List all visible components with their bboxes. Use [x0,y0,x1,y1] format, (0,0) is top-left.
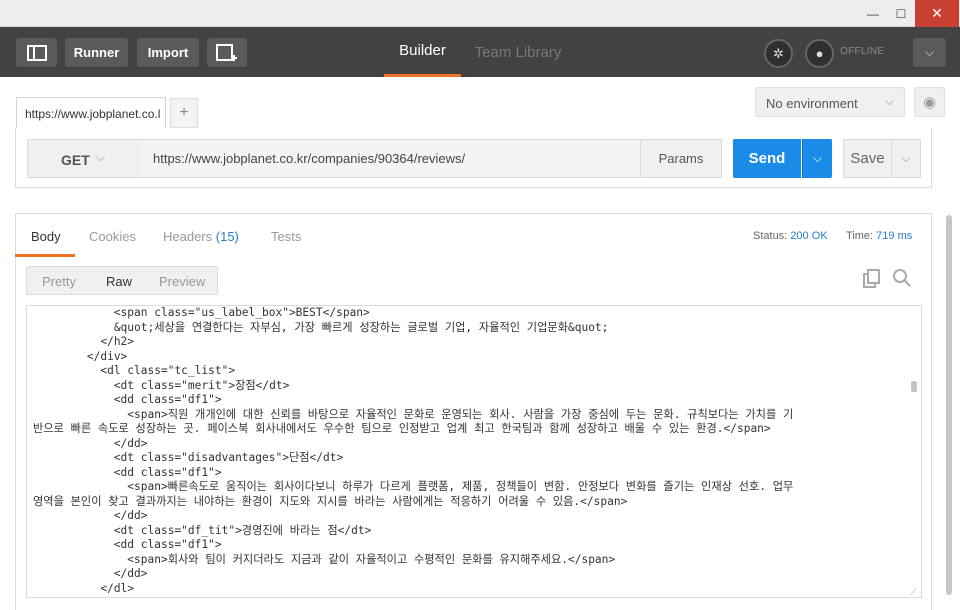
eye-icon: ◉ [922,94,937,111]
status-value: 200 OK [790,230,828,242]
environment-quick-look-button[interactable]: ◉ [914,87,945,117]
settings-dropdown-button[interactable]: ⌵ [913,38,946,67]
code-line: <span>회사와 팀이 커지더라도 지금과 같이 자율적이고 수평적인 문화를… [33,552,616,566]
code-line: </dl> [33,581,135,595]
close-button[interactable]: ✕ [915,0,959,27]
window-titlebar: — ☐ ✕ [0,0,960,27]
new-window-icon [216,43,237,61]
resize-handle-icon[interactable]: ⟋ [910,587,920,597]
code-line: <dt class="df_tit">경영진에 바라는 점</dt> [33,523,372,537]
maximize-button[interactable]: ☐ [886,0,916,27]
time-label: Time: [846,230,874,242]
add-tab-button[interactable]: + [170,98,198,128]
code-line: </dd> [33,436,148,450]
code-line: </dd> [33,567,148,580]
chevron-down-icon: ⌵ [924,45,935,59]
tab-headers[interactable]: Headers (15) [163,229,239,244]
tab-headers-label: Headers [163,229,213,244]
code-line: </h2> [33,335,135,348]
send-dropdown-button[interactable]: ⌵ [802,139,832,178]
view-pretty-button[interactable]: Pretty [42,274,76,289]
save-button[interactable]: Save [843,139,892,178]
code-line: &quot;세상을 연결한다는 자부심, 가장 빠르게 성장하는 글로벌 기업,… [33,320,609,334]
url-input[interactable]: https://www.jobplanet.co.kr/companies/90… [141,139,641,178]
copy-icon[interactable] [862,269,882,291]
tab-cookies[interactable]: Cookies [89,229,136,244]
view-preview-button[interactable]: Preview [159,274,205,289]
sync-icon[interactable]: ✲ [764,39,793,68]
code-line: <dd class="df1"> [33,393,222,406]
offline-status-icon[interactable]: ● [805,39,834,68]
tab-tests[interactable]: Tests [271,229,301,244]
method-select[interactable]: GET ⌵ [27,139,142,178]
code-line: <dd class="df1"> [33,538,222,551]
code-line: <dt class="disadvantages">단점</dt> [33,451,344,464]
method-label: GET [61,152,90,168]
minimize-button[interactable]: — [858,0,888,27]
send-button[interactable]: Send [733,139,801,178]
environment-label: No environment [766,96,858,111]
view-mode-group: Pretty Raw Preview [26,266,218,295]
page-scrollbar-thumb[interactable] [946,215,952,595]
view-raw-button[interactable]: Raw [106,274,132,289]
response-body-code[interactable]: <span class="us_label_box">BEST</span> &… [26,305,922,598]
chevron-down-icon: ⌵ [884,94,894,108]
chevron-down-icon: ⌵ [812,151,823,165]
save-dropdown-button[interactable]: ⌵ [891,139,921,178]
import-button[interactable]: Import [137,38,199,67]
toggle-sidebar-button[interactable] [16,38,57,67]
tab-team-library[interactable]: Team Library [468,27,568,77]
code-line: </dd> [33,509,148,522]
tab-builder[interactable]: Builder [384,27,461,77]
params-button[interactable]: Params [640,139,722,178]
request-tab[interactable]: https://www.jobplanet.co.l [16,97,166,128]
sidebar-icon [26,44,47,61]
code-line: <dd class="df1"> [33,465,222,479]
code-line: </div> [33,349,128,363]
active-tab-indicator [15,254,75,257]
chevron-down-icon: ⌵ [901,151,911,165]
search-icon[interactable] [892,268,914,290]
offline-label: OFFLINE [840,46,885,57]
status: Status: 200 OK [753,230,828,242]
runner-button[interactable]: Runner [65,38,128,67]
time-value: 719 ms [876,230,913,242]
code-line: <dl class="tc_list"> [33,364,236,377]
code-line: 영역을 본인이 찾고 결과까지는 내야하는 환경이 지도와 지시를 바라는 사람… [33,494,628,508]
code-line: <span>직원 개개인에 대한 신뢰를 바탕으로 자율적인 문화로 운영되는 … [33,407,794,421]
headers-count: (15) [215,229,239,244]
code-line: 반으로 빠른 속도로 성장하는 곳. 페이스북 회사내에서도 우수한 팀으로 인… [33,422,771,435]
code-line: <span class="us_label_box">BEST</span> [33,306,370,319]
new-window-button[interactable] [207,38,247,67]
environment-select[interactable]: No environment ⌵ [755,87,905,117]
time: Time: 719 ms [846,230,912,242]
code-line: <dt class="merit">장점</dt> [33,378,290,392]
code-scrollbar-thumb[interactable] [911,381,917,392]
tab-body[interactable]: Body [31,229,61,244]
code-line: <span>빠른속도로 움직이는 회사이다보니 하루가 다르게 플랫폼, 제품,… [33,480,794,493]
status-label: Status: [753,230,788,242]
app-header: Runner Import Builder Team Library ✲ ● O… [0,27,960,77]
chevron-down-icon: ⌵ [96,150,106,164]
